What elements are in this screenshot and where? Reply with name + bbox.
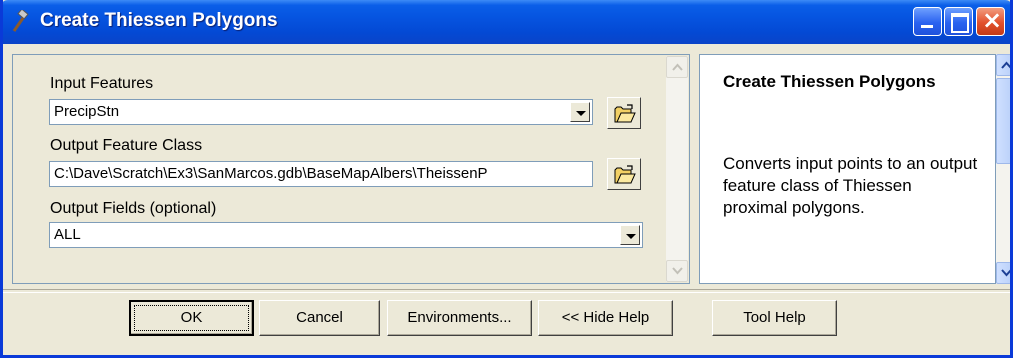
input-features-label: Input Features (50, 75, 154, 92)
cancel-button[interactable]: Cancel (259, 300, 380, 336)
output-fields-dropdown[interactable]: ALL (49, 222, 643, 248)
button-bar-divider (3, 289, 1010, 293)
ok-button[interactable]: OK (129, 300, 254, 336)
parameters-scrollbar[interactable] (666, 56, 688, 282)
chevron-down-icon (672, 267, 683, 275)
cancel-button-label: Cancel (296, 309, 343, 326)
close-button[interactable]: × (976, 6, 1005, 36)
window-title: Create Thiessen Polygons (40, 10, 278, 31)
tool-help-button-label: Tool Help (743, 309, 806, 326)
environments-button-label: Environments... (407, 309, 512, 326)
chevron-up-icon (672, 63, 683, 71)
input-features-value: PrecipStn (54, 103, 120, 120)
chevron-down-icon (1001, 269, 1010, 277)
output-feature-class-value: C:\Dave\Scratch\Ex3\SanMarcos.gdb\BaseMa… (54, 165, 488, 182)
title-bar[interactable]: Create Thiessen Polygons × (3, 0, 1010, 44)
output-fields-value: ALL (54, 226, 81, 243)
browse-input-button[interactable] (607, 97, 641, 129)
output-feature-class-input[interactable]: C:\Dave\Scratch\Ex3\SanMarcos.gdb\BaseMa… (49, 161, 593, 187)
help-scroll-down-button[interactable] (996, 262, 1010, 284)
browse-output-button[interactable] (607, 158, 641, 190)
tool-dialog-window: Create Thiessen Polygons × Input Feature… (0, 0, 1013, 358)
output-fields-label: Output Fields (optional) (50, 200, 217, 217)
help-scroll-up-button[interactable] (996, 54, 1010, 76)
open-folder-icon (614, 165, 636, 184)
minimize-icon (921, 25, 933, 28)
maximize-button[interactable] (944, 7, 973, 36)
environments-button[interactable]: Environments... (387, 300, 532, 336)
hide-help-button-label: << Hide Help (561, 309, 650, 326)
hammer-icon (10, 8, 34, 34)
chevron-down-icon[interactable] (570, 102, 590, 122)
maximize-icon (951, 13, 969, 33)
open-folder-icon (614, 104, 636, 123)
focus-rectangle (134, 305, 249, 331)
hide-help-button[interactable]: << Hide Help (538, 300, 673, 336)
scroll-up-button[interactable] (666, 56, 688, 78)
help-scrollbar[interactable] (996, 54, 1010, 284)
tool-help-button[interactable]: Tool Help (712, 300, 837, 336)
minimize-button[interactable] (913, 7, 942, 36)
output-feature-class-label: Output Feature Class (50, 137, 203, 154)
input-features-dropdown[interactable]: PrecipStn (49, 99, 593, 125)
chevron-down-icon[interactable] (620, 225, 640, 245)
close-icon: × (982, 6, 1003, 34)
help-title: Create Thiessen Polygons (723, 72, 936, 91)
scroll-down-button[interactable] (666, 260, 688, 282)
help-panel: Create Thiessen Polygons Converts input … (699, 54, 996, 284)
chevron-up-icon (1001, 61, 1010, 69)
help-description: Converts input points to an output featu… (723, 154, 978, 217)
help-scroll-thumb[interactable] (996, 78, 1010, 164)
